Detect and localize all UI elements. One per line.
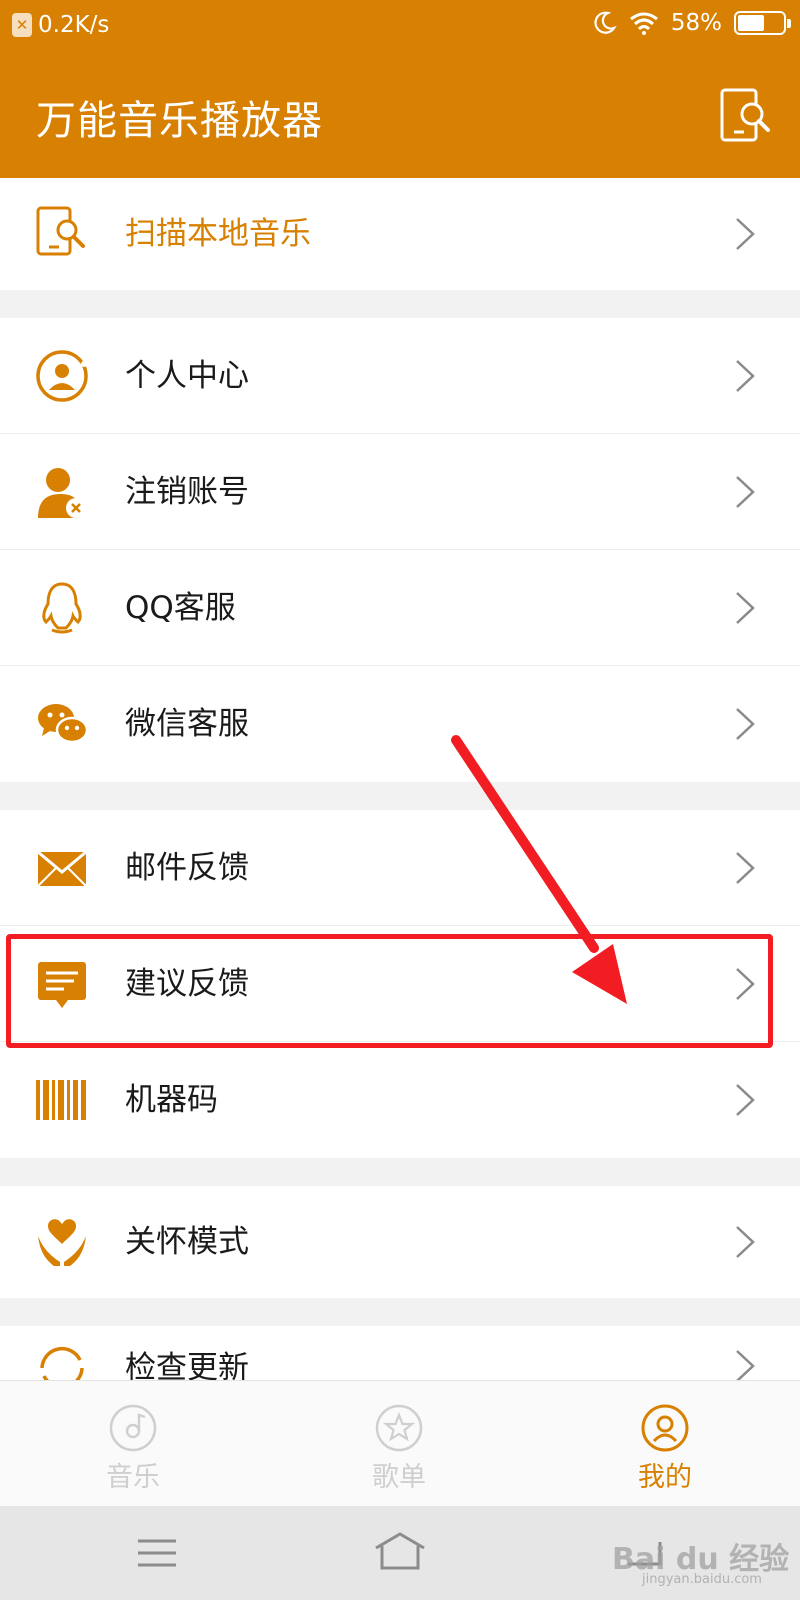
- menu-item-cancel-account[interactable]: 注销账号: [0, 434, 800, 550]
- battery-icon: [734, 11, 791, 35]
- battery-fill: [738, 15, 764, 31]
- watermark-url: jingyan.baidu.com: [642, 1572, 762, 1587]
- user-circle-icon: [641, 1404, 689, 1452]
- chevron-right-icon: [736, 852, 755, 884]
- menu-item-personal-center[interactable]: 个人中心: [0, 318, 800, 434]
- wechat-icon: [38, 704, 89, 744]
- notification-x-icon: ✕: [12, 13, 32, 37]
- menu-group-account: 个人中心 注销账号 QQ客服 微信客服: [0, 318, 800, 782]
- menu-group-scan: 扫描本地音乐: [0, 178, 800, 290]
- menu-label: QQ客服: [125, 590, 236, 626]
- user-circle-icon: [36, 350, 88, 402]
- status-bar: ✕ 0.2K/s 58%: [0, 0, 800, 54]
- menu-label: 建议反馈: [125, 966, 249, 1002]
- user-remove-icon: [38, 468, 86, 518]
- tab-music[interactable]: 音乐: [0, 1381, 266, 1507]
- chevron-right-icon: [736, 476, 755, 508]
- heart-hands-icon: [38, 1219, 86, 1266]
- chevron-right-icon: [736, 1226, 755, 1258]
- mail-icon: [37, 850, 87, 887]
- tab-label: 歌单: [372, 1462, 426, 1493]
- menu-label: 关怀模式: [125, 1224, 249, 1260]
- chevron-right-icon: [736, 968, 755, 1000]
- disc-icon: [109, 1404, 157, 1452]
- refresh-icon: [40, 1346, 84, 1380]
- chevron-right-icon: [736, 218, 755, 250]
- chevron-right-icon: [736, 1350, 755, 1380]
- bottom-tab-bar: 音乐 歌单 我的: [0, 1380, 800, 1506]
- phone-scan-icon[interactable]: [716, 86, 776, 146]
- network-speed: 0.2K/s: [38, 12, 110, 38]
- menu-item-scan-local-music[interactable]: 扫描本地音乐: [0, 178, 800, 290]
- tab-label: 音乐: [106, 1462, 160, 1493]
- tab-mine[interactable]: 我的: [532, 1381, 798, 1507]
- menu-item-suggestion-feedback[interactable]: 建议反馈: [0, 926, 800, 1042]
- moon-icon: [594, 11, 617, 34]
- menu-label: 邮件反馈: [125, 850, 249, 886]
- menu-item-check-update[interactable]: 检查更新: [0, 1326, 800, 1380]
- message-icon: [38, 962, 86, 1008]
- status-right: 58%: [591, 10, 791, 36]
- star-circle-icon: [375, 1404, 423, 1452]
- menu-item-wechat-service[interactable]: 微信客服: [0, 666, 800, 782]
- page-title: 万能音乐播放器: [36, 98, 323, 144]
- menu-item-email-feedback[interactable]: 邮件反馈: [0, 810, 800, 926]
- menu-label: 注销账号: [125, 474, 249, 510]
- menu-label: 个人中心: [125, 358, 249, 394]
- tab-playlist[interactable]: 歌单: [266, 1381, 532, 1507]
- menu-group-feedback: 邮件反馈 建议反馈 机器码: [0, 810, 800, 1158]
- phone-scan-icon: [36, 206, 85, 256]
- menu-label: 微信客服: [125, 706, 249, 742]
- menu-group-update: 检查更新: [0, 1326, 800, 1380]
- home-icon[interactable]: [372, 1528, 428, 1578]
- barcode-icon: [36, 1080, 86, 1120]
- tab-label: 我的: [638, 1462, 692, 1493]
- menu-icon[interactable]: [132, 1528, 182, 1578]
- chevron-right-icon: [736, 708, 755, 740]
- menu-label: 机器码: [125, 1082, 218, 1118]
- menu-item-care-mode[interactable]: 关怀模式: [0, 1186, 800, 1298]
- battery-percent: 58%: [670, 10, 722, 36]
- status-left: ✕ 0.2K/s: [12, 12, 109, 38]
- menu-label: 扫描本地音乐: [125, 216, 311, 252]
- menu-item-qq-service[interactable]: QQ客服: [0, 550, 800, 666]
- menu-label: 检查更新: [125, 1350, 249, 1380]
- wifi-icon: [629, 12, 658, 35]
- system-nav-bar: Bai du 经验 jingyan.baidu.com: [0, 1506, 800, 1600]
- app-header: ✕ 0.2K/s 58% 万能音乐播放器: [0, 0, 800, 178]
- qq-penguin-icon: [42, 582, 82, 634]
- chevron-right-icon: [736, 1084, 755, 1116]
- menu-item-machine-code[interactable]: 机器码: [0, 1042, 800, 1158]
- chevron-right-icon: [736, 360, 755, 392]
- menu-group-care: 关怀模式: [0, 1186, 800, 1298]
- chevron-right-icon: [736, 592, 755, 624]
